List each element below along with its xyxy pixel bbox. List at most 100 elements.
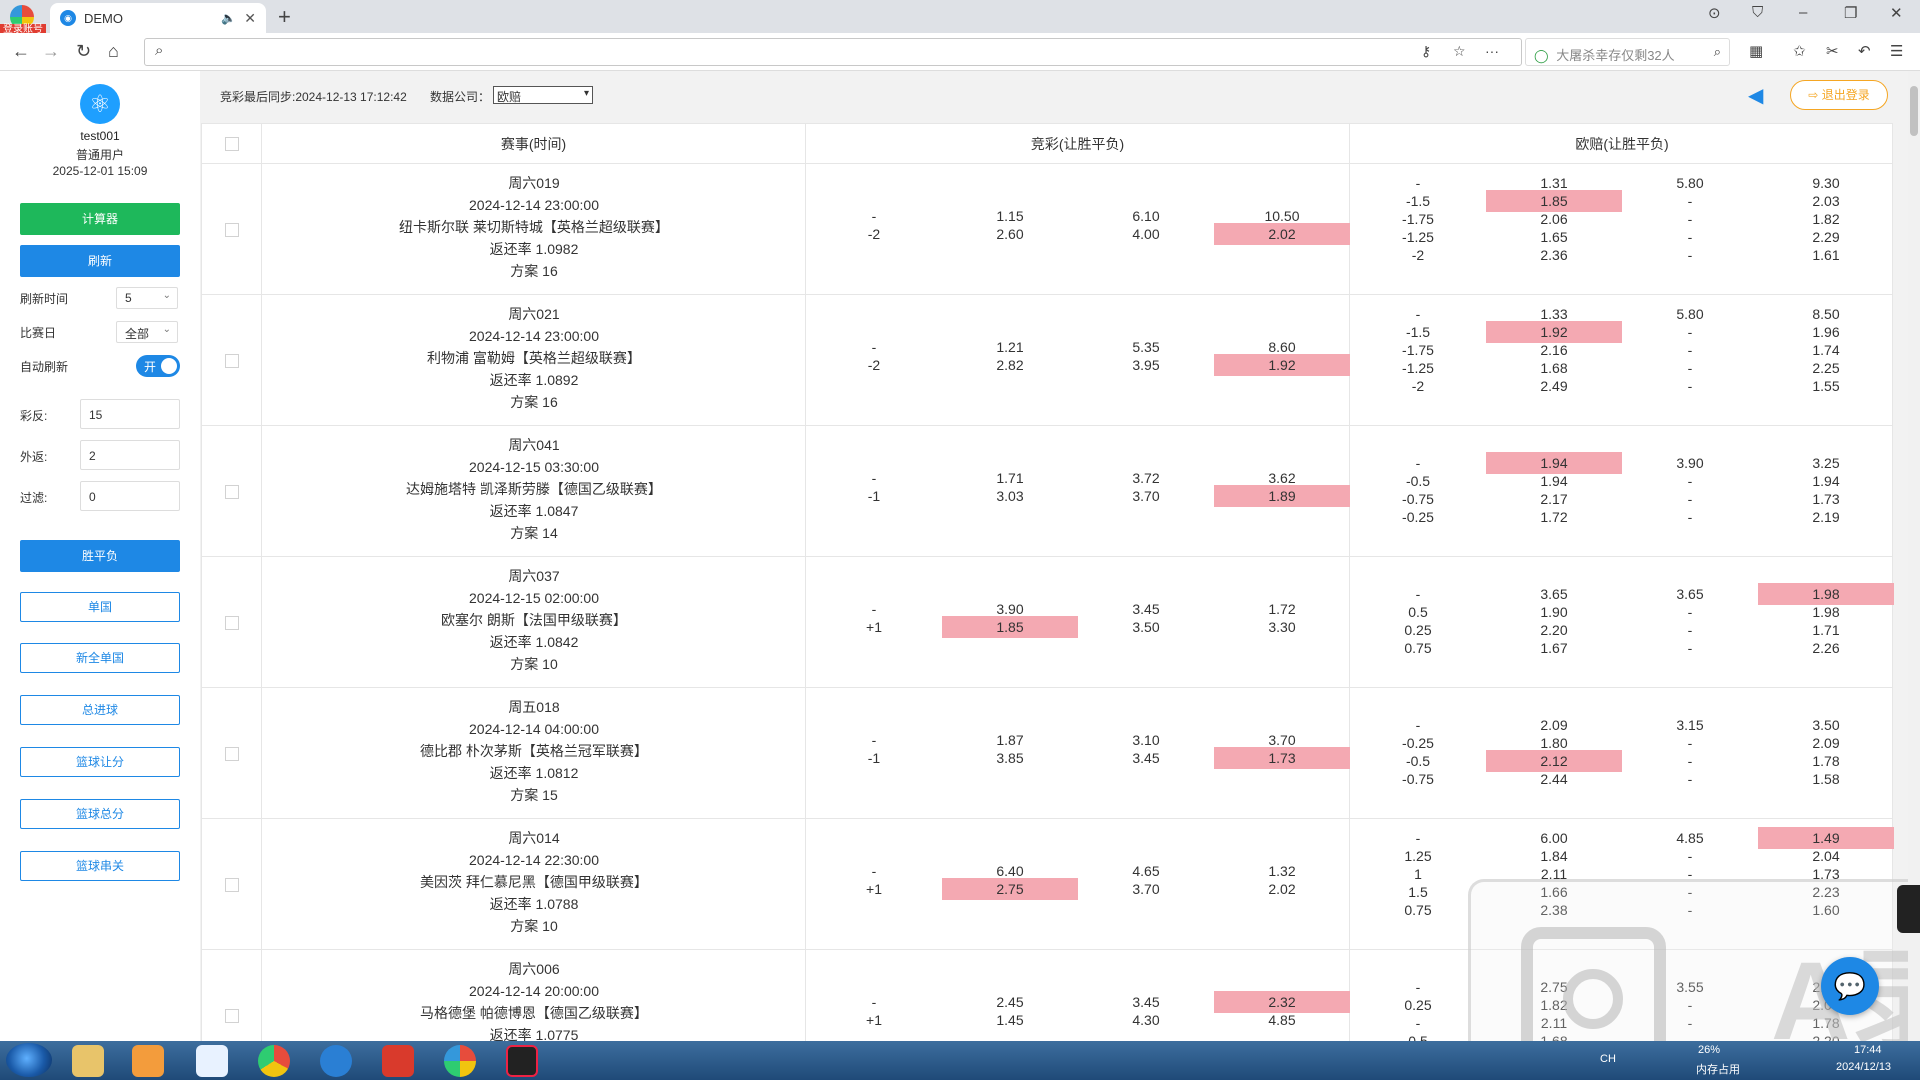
filter-input[interactable]: 0 — [80, 481, 180, 511]
row-checkbox[interactable] — [225, 485, 239, 499]
company-select[interactable]: 欧赔 ▾ — [493, 86, 593, 104]
address-bar[interactable]: ⌕ ⚷ ☆ ··· — [144, 38, 1522, 66]
table-row[interactable]: 周六019 2024-12-14 23:00:00 纽卡斯尔联 莱切斯特城【英格兰超… — [202, 164, 1892, 295]
forward-icon[interactable]: → — [42, 41, 60, 62]
nav-basketball-total[interactable]: 篮球总分 — [20, 799, 180, 829]
nav-basketball-handicap[interactable]: 篮球让分 — [20, 747, 180, 777]
close-window-button[interactable]: ✕ — [1890, 4, 1903, 22]
match-day-label: 比赛日 — [20, 326, 57, 340]
eu-odds-value: 2.49 — [1540, 378, 1568, 394]
search-icon[interactable]: ⌕ — [1714, 44, 1721, 60]
row-checkbox[interactable] — [225, 223, 239, 237]
logout-button[interactable]: ⇨ 退出登录 — [1790, 80, 1888, 110]
search-box[interactable]: ◯ 大屠杀幸存仅剩32人 ⌕ — [1525, 38, 1730, 66]
match-code: 周六021 — [508, 306, 560, 322]
media-player-icon[interactable] — [132, 1045, 164, 1077]
refresh-interval-select[interactable]: 5 ⌄ — [116, 287, 178, 309]
plan-count: 方案 10 — [510, 918, 558, 934]
eu-odds-value: - — [1687, 640, 1693, 656]
rebate-input[interactable]: 15 — [80, 399, 180, 429]
apps-grid-icon[interactable]: ▦ — [1749, 42, 1763, 60]
outer-input[interactable]: 2 — [80, 440, 180, 470]
address-input[interactable] — [179, 42, 1179, 62]
table-row[interactable]: 周六037 2024-12-15 02:00:00 欧塞尔 朗斯【法国甲级联赛】 返还… — [202, 557, 1894, 688]
scroll-thumb[interactable] — [1910, 86, 1918, 136]
browser-taskbar-icon[interactable] — [258, 1045, 290, 1077]
restore-button[interactable]: ❐ — [1844, 4, 1857, 22]
table-row[interactable]: 周六041 2024-12-15 03:30:00 达姆施塔特 凯泽斯劳滕【德国乙级… — [202, 426, 1892, 557]
clock-time[interactable]: 17:44 — [1854, 1044, 1882, 1056]
undo-icon[interactable]: ↶ — [1858, 42, 1871, 60]
browser-tab[interactable]: ◉ DEMO 🔈 ✕ — [50, 3, 266, 33]
eu-handicap: 0.75 — [1404, 640, 1432, 656]
eu-handicap: 0.75 — [1404, 902, 1432, 918]
wps-icon[interactable] — [382, 1045, 414, 1077]
key-icon[interactable]: ⚷ — [1421, 43, 1431, 60]
refresh-interval-label: 刷新时间 — [20, 292, 69, 306]
row-checkbox[interactable] — [225, 616, 239, 630]
eu-odds-cell: -1.31 5.80 9.30 -1.5 1.85-2.03 -1.75 2.06-1.82… — [1350, 164, 1894, 295]
select-all-checkbox[interactable] — [225, 137, 239, 151]
match-time: 2024-12-14 22:30:00 — [469, 852, 599, 868]
row-checkbox[interactable] — [225, 747, 239, 761]
language-indicator[interactable]: CH — [1600, 1053, 1616, 1065]
nav-single[interactable]: 单国 — [20, 592, 180, 622]
auto-refresh-toggle[interactable]: 开 — [136, 355, 180, 377]
row-select-cell — [202, 164, 262, 295]
match-code: 周六041 — [508, 437, 560, 453]
menu-icon[interactable]: ☰ — [1890, 42, 1903, 60]
logout-icon: ⇨ — [1808, 88, 1822, 102]
start-button[interactable] — [6, 1043, 52, 1077]
volume-icon[interactable]: ◀ — [1748, 83, 1763, 108]
star-icon[interactable]: ☆ — [1453, 43, 1466, 60]
reload-icon[interactable]: ↻ — [76, 41, 91, 62]
match-teams: 达姆施塔特 凯泽斯劳滕【德国乙级联赛】 — [406, 481, 662, 497]
nav-win-draw-lose[interactable]: 胜平负 — [20, 540, 180, 572]
eu-odds-value: 2.19 — [1812, 509, 1840, 525]
nav-new-full-single[interactable]: 新全单国 — [20, 643, 180, 673]
nav-total-goals[interactable]: 总进球 — [20, 695, 180, 725]
refresh-interval-value: 5 — [125, 291, 132, 305]
screen-recorder-icon[interactable] — [506, 1045, 538, 1077]
refresh-button[interactable]: 刷新 — [20, 245, 180, 277]
chat-bubble-icon[interactable]: 💬 — [1821, 957, 1879, 1015]
active-browser-icon[interactable] — [444, 1045, 476, 1077]
row-checkbox[interactable] — [225, 1009, 239, 1023]
filter-label: 过滤: — [20, 491, 48, 505]
file-explorer-icon[interactable] — [72, 1045, 104, 1077]
browser-menu-icon[interactable]: ⊙ — [1708, 4, 1721, 22]
rebate-label: 彩反: — [20, 409, 48, 423]
match-info-cell: 周六037 2024-12-15 02:00:00 欧塞尔 朗斯【法国甲级联赛】 返还… — [262, 557, 806, 688]
nav-basketball-parlay[interactable]: 篮球串关 — [20, 851, 180, 881]
eu-odds-cell: -1.33 5.80 8.50 -1.5 1.92-1.96 -1.75 2.16-1.74… — [1350, 295, 1894, 426]
jc-odds-value: 3.03 — [996, 488, 1024, 504]
match-teams: 马格德堡 帕德博恩【德国乙级联赛】 — [420, 1005, 648, 1021]
back-icon[interactable]: ← — [12, 41, 30, 62]
table-row[interactable]: 周五018 2024-12-14 04:00:00 德比郡 朴次茅斯【英格兰冠军联赛… — [202, 688, 1892, 819]
favorites-icon[interactable]: ✩ — [1793, 42, 1806, 60]
ie-icon[interactable] — [320, 1045, 352, 1077]
app-cluster-icon[interactable] — [196, 1045, 228, 1077]
shirt-icon[interactable]: ⛉ — [1752, 4, 1763, 21]
match-teams: 纽卡斯尔联 莱切斯特城【英格兰超级联赛】 — [399, 219, 669, 235]
plan-count: 方案 15 — [510, 787, 558, 803]
calculator-button[interactable]: 计算器 — [20, 203, 180, 235]
table-row[interactable]: 周六021 2024-12-14 23:00:00 利物浦 富勒姆【英格兰超级联赛】… — [202, 295, 1892, 426]
more-icon[interactable]: ··· — [1485, 43, 1499, 59]
row-checkbox[interactable] — [225, 354, 239, 368]
minimize-button[interactable]: – — [1799, 4, 1807, 21]
clock-date[interactable]: 2024/12/13 — [1836, 1061, 1891, 1073]
new-tab-button[interactable]: + — [278, 4, 291, 30]
jc-odds-value: 3.45 — [1132, 750, 1160, 766]
home-icon[interactable]: ⌂ — [108, 41, 119, 62]
tab-close-icon[interactable]: ✕ — [244, 10, 256, 27]
company-value: 欧赔 — [497, 90, 522, 104]
jc-odds-value: 3.85 — [996, 750, 1024, 766]
side-panel-handle[interactable] — [1897, 885, 1920, 933]
row-checkbox[interactable] — [225, 878, 239, 892]
match-day-select[interactable]: 全部 ⌄ — [116, 321, 178, 343]
scissors-icon[interactable]: ✂ — [1826, 42, 1839, 60]
row-select-cell — [202, 688, 262, 819]
eu-odds-value: - — [1687, 771, 1693, 787]
tab-audio-icon[interactable]: 🔈 — [221, 11, 236, 25]
